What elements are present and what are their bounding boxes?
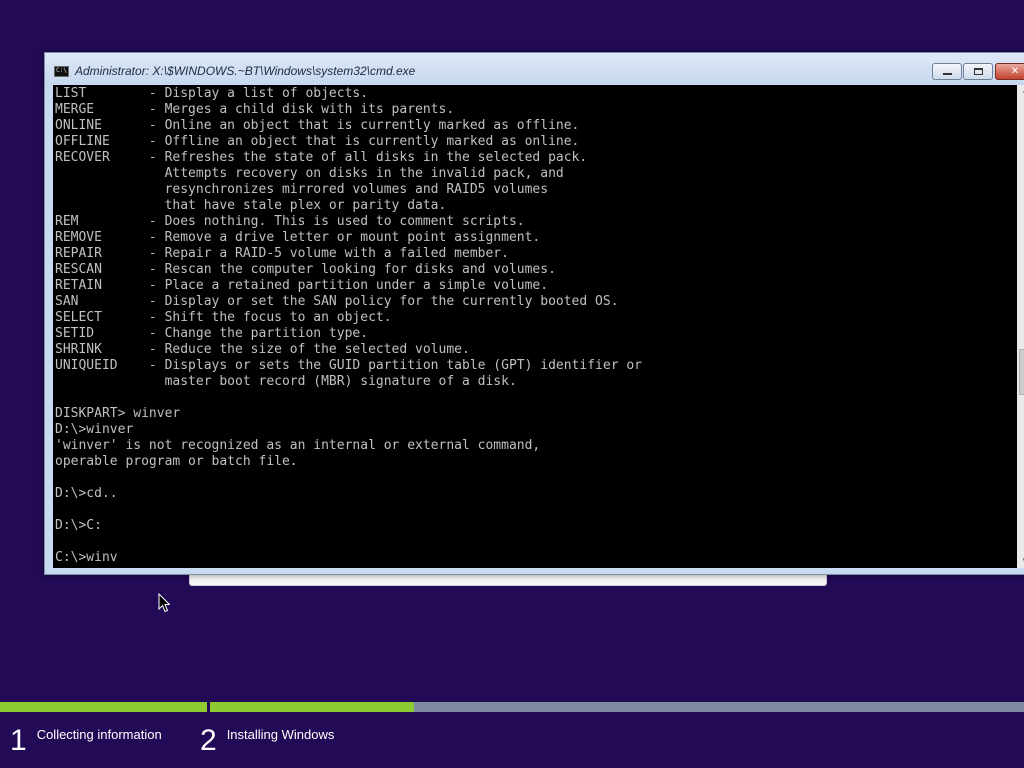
close-button[interactable]: ✕ — [995, 63, 1024, 80]
cmd-window[interactable]: C:\ Administrator: X:\$WINDOWS.~BT\Windo… — [44, 52, 1024, 575]
console-output[interactable]: LIST - Display a list of objects. MERGE … — [53, 85, 1017, 568]
step-label: Collecting information — [36, 727, 162, 742]
minimize-button[interactable] — [932, 63, 962, 80]
maximize-button[interactable] — [963, 63, 993, 80]
progress-segment-collecting — [0, 702, 207, 712]
window-title: Administrator: X:\$WINDOWS.~BT\Windows\s… — [75, 64, 416, 78]
console-text: LIST - Display a list of objects. MERGE … — [55, 86, 642, 565]
progress-fill-collecting — [0, 702, 207, 712]
cmd-icon[interactable]: C:\ — [54, 66, 69, 77]
setup-step-installing: 2 Installing Windows — [200, 724, 334, 758]
minimize-icon — [942, 73, 952, 75]
progress-segment-installing — [210, 702, 1024, 712]
cmd-icon-text: C:\ — [56, 67, 67, 74]
setup-step-collecting: 1 Collecting information — [10, 724, 162, 758]
scroll-thumb[interactable] — [1019, 349, 1024, 395]
scroll-up-icon[interactable]: ^ — [1017, 85, 1024, 101]
close-icon: ✕ — [1010, 65, 1020, 77]
step-label: Installing Windows — [226, 727, 335, 742]
scroll-down-icon[interactable]: v — [1017, 552, 1024, 568]
title-bar[interactable]: C:\ Administrator: X:\$WINDOWS.~BT\Windo… — [45, 53, 1024, 85]
maximize-icon — [973, 68, 983, 75]
setup-progress-bar — [0, 702, 1024, 712]
mouse-pointer-icon — [158, 593, 170, 613]
step-number: 2 — [200, 724, 217, 757]
progress-fill-installing — [210, 702, 414, 712]
vertical-scrollbar[interactable]: ^ v — [1017, 85, 1024, 568]
step-number: 1 — [10, 724, 27, 757]
